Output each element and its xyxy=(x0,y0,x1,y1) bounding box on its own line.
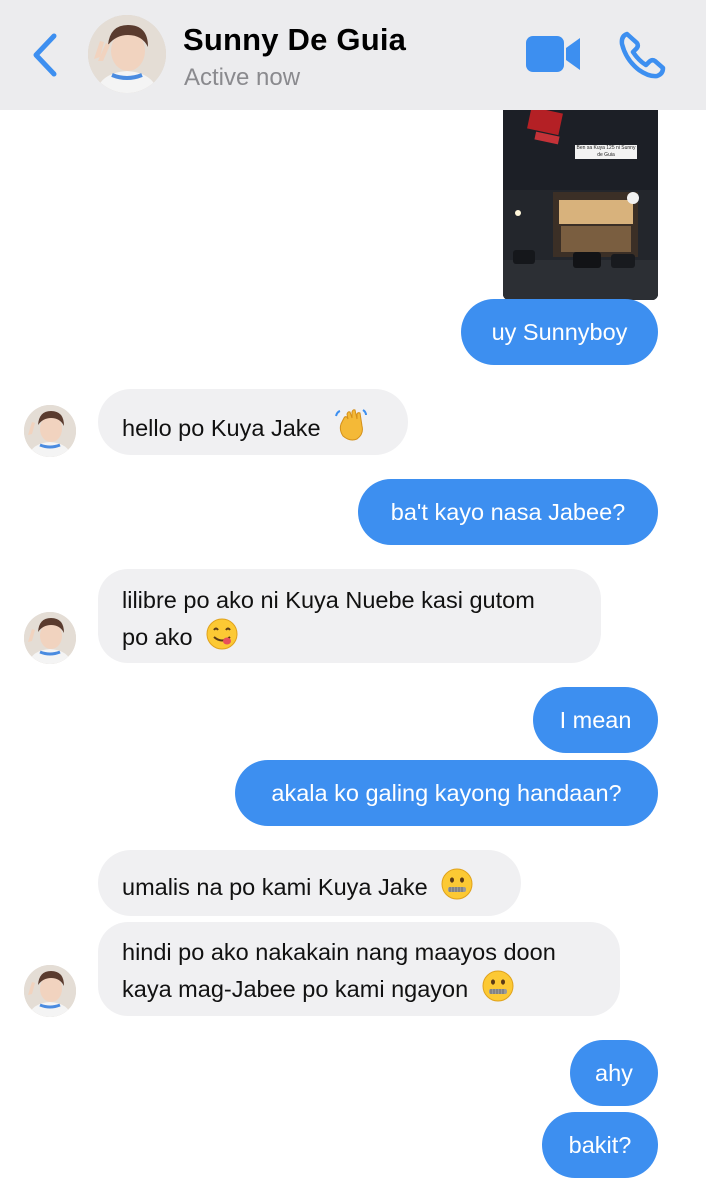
chevron-left-icon xyxy=(33,33,57,77)
video-camera-icon xyxy=(526,36,580,72)
outgoing-message[interactable]: ba't kayo nasa Jabee? xyxy=(358,479,658,545)
waving-hand-emoji xyxy=(333,406,369,451)
outgoing-message[interactable]: uy Sunnyboy xyxy=(461,299,658,365)
back-button[interactable] xyxy=(26,30,66,80)
message-text: hello po Kuya Jake xyxy=(122,415,321,441)
outgoing-message[interactable]: bakit? xyxy=(542,1112,658,1178)
incoming-message[interactable]: hello po Kuya Jake xyxy=(98,389,408,455)
contact-avatar[interactable] xyxy=(88,15,166,93)
message-text-line: hindi po ako nakakain nang maayos doon xyxy=(122,939,556,965)
video-call-button[interactable] xyxy=(524,32,582,76)
outgoing-message[interactable]: akala ko galing kayong handaan? xyxy=(235,760,658,826)
shared-photo[interactable]: Ben sa Kuya 125 ni Sunny de Guia xyxy=(503,100,658,300)
active-status: Active now xyxy=(184,64,301,91)
message-text: uy Sunnyboy xyxy=(491,319,628,345)
outgoing-message[interactable]: I mean xyxy=(533,687,658,753)
outgoing-message[interactable]: ahy xyxy=(570,1040,658,1106)
message-text: umalis na po kami Kuya Jake xyxy=(122,874,428,900)
incoming-message[interactable]: lilibre po ako ni Kuya Nuebe kasi gutom … xyxy=(98,569,601,663)
message-text: ba't kayo nasa Jabee? xyxy=(390,499,626,525)
contact-name[interactable]: Sunny De Guia xyxy=(183,22,406,58)
contact-avatar-small[interactable] xyxy=(24,405,76,457)
savoring-face-emoji xyxy=(205,617,239,660)
zipper-mouth-emoji xyxy=(481,969,515,1012)
message-text-line: po ako xyxy=(122,624,193,650)
voice-call-button[interactable] xyxy=(617,30,667,80)
contact-avatar-small[interactable] xyxy=(24,612,76,664)
message-text-line: kaya mag-Jabee po kami ngayon xyxy=(122,976,469,1002)
photo-caption: Ben sa Kuya 125 ni Sunny de Guia xyxy=(575,145,637,159)
contact-avatar-small[interactable] xyxy=(24,965,76,1017)
phone-icon xyxy=(619,31,666,79)
message-text: ahy xyxy=(595,1060,633,1086)
message-text: akala ko galing kayong handaan? xyxy=(271,780,622,806)
message-text: I mean xyxy=(559,707,632,733)
incoming-message[interactable]: umalis na po kami Kuya Jake xyxy=(98,850,521,916)
chat-header: Sunny De Guia Active now xyxy=(0,0,706,110)
message-text-line: lilibre po ako ni Kuya Nuebe kasi gutom xyxy=(122,587,535,613)
zipper-mouth-emoji xyxy=(440,867,474,910)
message-text: bakit? xyxy=(568,1132,632,1158)
incoming-message[interactable]: hindi po ako nakakain nang maayos doon k… xyxy=(98,922,620,1016)
